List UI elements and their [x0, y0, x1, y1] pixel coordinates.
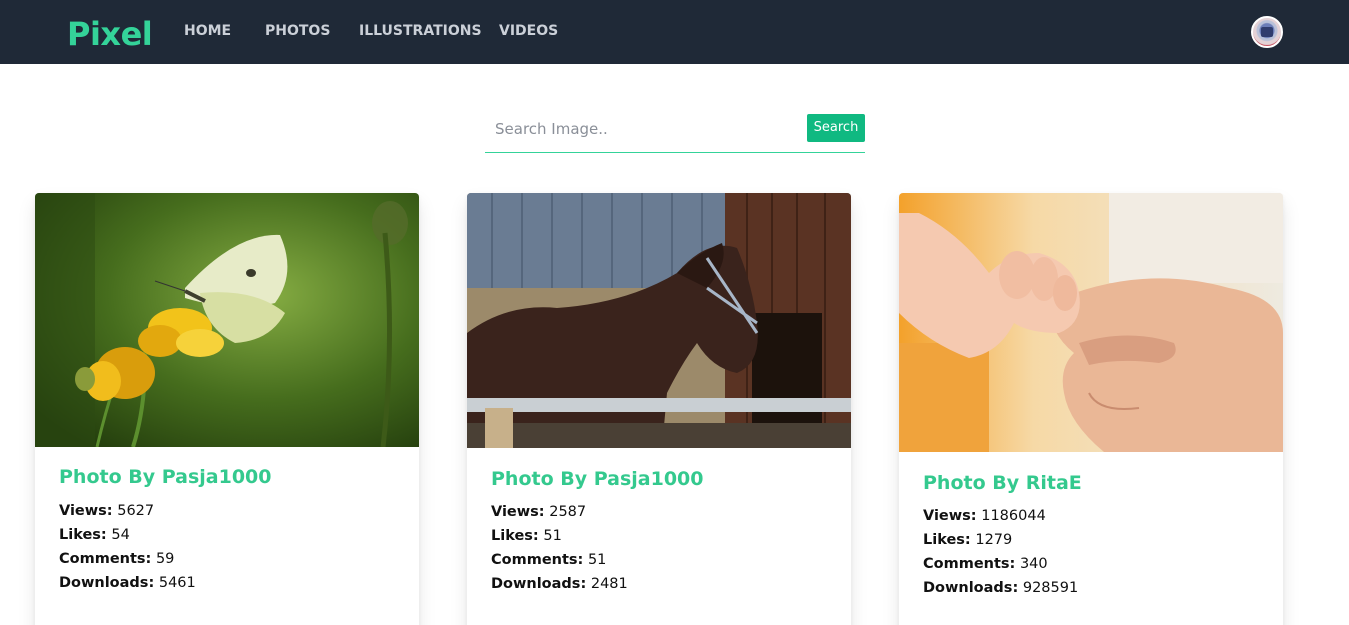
card-image-horse[interactable] [467, 193, 851, 448]
comments-value: 340 [1019, 556, 1048, 572]
likes-value: 1279 [975, 532, 1013, 548]
comments-value: 51 [587, 552, 607, 568]
likes-stat: Likes: 54 [59, 523, 130, 547]
nav-illustrations[interactable]: ILLUSTRATIONS [359, 22, 482, 40]
views-stat: Views: 2587 [491, 500, 586, 524]
comments-stat: Comments: 59 [59, 547, 174, 571]
downloads-value: 5461 [158, 575, 196, 591]
views-label: Views: [59, 503, 113, 519]
nav-photos[interactable]: PHOTOS [265, 22, 330, 40]
likes-label: Likes: [923, 532, 971, 548]
views-label: Views: [923, 508, 977, 524]
downloads-stat: Downloads: 928591 [923, 576, 1078, 600]
downloads-label: Downloads: [491, 576, 587, 592]
navbar: Pixel HOME PHOTOS ILLUSTRATIONS VIDEOS [0, 0, 1349, 64]
likes-label: Likes: [59, 527, 107, 543]
comments-stat: Comments: 340 [923, 552, 1048, 576]
likes-stat: Likes: 1279 [923, 528, 1012, 552]
views-value: 5627 [117, 503, 155, 519]
card-image-butterfly[interactable] [35, 193, 419, 447]
search-input[interactable] [485, 112, 803, 146]
views-value: 2587 [549, 504, 587, 520]
card-title[interactable]: Photo By RitaE [923, 471, 1082, 495]
comments-value: 59 [155, 551, 175, 567]
views-label: Views: [491, 504, 545, 520]
search-button[interactable]: Search [807, 114, 865, 142]
nav-videos[interactable]: VIDEOS [499, 22, 558, 40]
card-image-baby-hand[interactable] [899, 193, 1283, 452]
nav-home[interactable]: HOME [184, 22, 231, 40]
views-stat: Views: 1186044 [923, 504, 1046, 528]
comments-label: Comments: [59, 551, 152, 567]
search-form: Search [485, 112, 865, 153]
views-value: 1186044 [981, 508, 1046, 524]
likes-label: Likes: [491, 528, 539, 544]
downloads-value: 2481 [590, 576, 628, 592]
logo[interactable]: Pixel [67, 14, 153, 54]
comments-stat: Comments: 51 [491, 548, 606, 572]
downloads-label: Downloads: [923, 580, 1019, 596]
comments-label: Comments: [491, 552, 584, 568]
card-title[interactable]: Photo By Pasja1000 [59, 465, 272, 489]
likes-value: 51 [543, 528, 562, 544]
likes-value: 54 [111, 527, 130, 543]
downloads-value: 928591 [1022, 580, 1079, 596]
downloads-stat: Downloads: 5461 [59, 571, 196, 595]
downloads-label: Downloads: [59, 575, 155, 591]
image-card[interactable]: Photo By Pasja1000 Views: 5627 Likes: 54… [35, 193, 419, 625]
image-card[interactable]: Photo By Pasja1000 Views: 2587 Likes: 51… [467, 193, 851, 625]
views-stat: Views: 5627 [59, 499, 154, 523]
image-card[interactable]: Photo By RitaE Views: 1186044 Likes: 127… [899, 193, 1283, 625]
likes-stat: Likes: 51 [491, 524, 562, 548]
user-avatar-icon[interactable] [1251, 16, 1283, 48]
card-title[interactable]: Photo By Pasja1000 [491, 467, 704, 491]
comments-label: Comments: [923, 556, 1016, 572]
downloads-stat: Downloads: 2481 [491, 572, 628, 596]
